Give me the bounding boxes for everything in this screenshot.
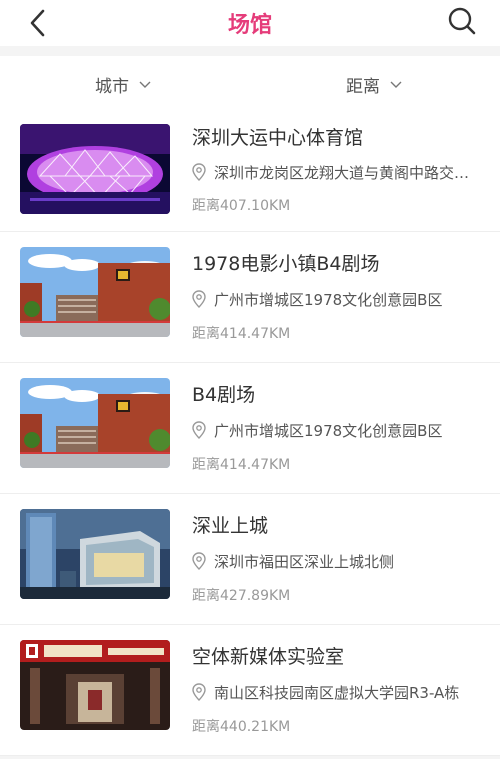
location-pin-icon: [192, 552, 206, 570]
venue-thumbnail: [20, 640, 170, 730]
venue-list-item[interactable]: 深圳大运中心体育馆 深圳市龙岗区龙翔大道与黄阁中路交汇处 距离407.10KM: [0, 109, 500, 232]
venue-distance: 距离414.47KM: [192, 326, 291, 342]
distance-filter-label: 距离: [346, 77, 380, 97]
venue-name: 深圳大运中心体育馆: [192, 127, 364, 149]
venue-name: 1978电影小镇B4剧场: [192, 253, 380, 275]
venue-thumbnail: [20, 247, 170, 337]
chevron-down-icon: [139, 81, 151, 88]
venue-name: 深业上城: [192, 515, 269, 537]
city-filter-label: 城市: [95, 77, 129, 97]
venue-distance: 距离440.21KM: [192, 719, 291, 735]
venue-list-item[interactable]: 空体新媒体实验室 南山区科技园南区虚拟大学园R3-A栋 距离440.21KM: [0, 625, 500, 756]
venue-address: 南山区科技园南区虚拟大学园R3-A栋: [192, 681, 472, 703]
venue-address: 深圳市龙岗区龙翔大道与黄阁中路交汇处: [192, 161, 472, 183]
page-title: 场馆: [227, 13, 272, 38]
venue-thumbnail: [20, 124, 170, 214]
venue-name: 空体新媒体实验室: [192, 646, 345, 668]
location-pin-icon: [192, 421, 206, 439]
city-filter-button[interactable]: 城市: [95, 72, 151, 97]
venue-address: 深圳市福田区深业上城北侧: [192, 550, 472, 572]
venue-address-text: 南山区科技园南区虚拟大学园R3-A栋: [214, 683, 460, 702]
distance-filter-button[interactable]: 距离: [346, 72, 402, 97]
location-pin-icon: [192, 290, 206, 308]
venue-name: B4剧场: [192, 384, 256, 406]
venue-list-item[interactable]: 1978电影小镇B4剧场 广州市增城区1978文化创意园B区 距离414.47K…: [0, 232, 500, 363]
venue-address-text: 深圳市福田区深业上城北侧: [214, 552, 395, 571]
venue-list: 深圳大运中心体育馆 深圳市龙岗区龙翔大道与黄阁中路交汇处 距离407.10KM: [0, 109, 500, 756]
venue-thumbnail: [20, 509, 170, 599]
filter-bar: 城市 距离: [0, 56, 500, 109]
location-pin-icon: [192, 163, 206, 181]
venue-list-item[interactable]: 深业上城 深圳市福田区深业上城北侧 距离427.89KM: [0, 494, 500, 625]
venue-distance: 距离414.47KM: [192, 457, 291, 473]
search-icon[interactable]: [446, 5, 478, 37]
chevron-down-icon: [390, 81, 402, 88]
venue-address: 广州市增城区1978文化创意园B区: [192, 419, 472, 441]
venue-address: 广州市增城区1978文化创意园B区: [192, 288, 472, 310]
venue-address-text: 深圳市龙岗区龙翔大道与黄阁中路交汇处: [214, 163, 470, 182]
venue-list-item[interactable]: B4剧场 广州市增城区1978文化创意园B区 距离414.47KM: [0, 363, 500, 494]
venue-thumbnail: [20, 378, 170, 468]
venue-distance: 距离427.89KM: [192, 588, 291, 604]
location-pin-icon: [192, 683, 206, 701]
top-bar: 场馆: [0, 0, 500, 46]
venue-address-text: 广州市增城区1978文化创意园B区: [214, 290, 443, 309]
venue-distance: 距离407.10KM: [192, 198, 291, 214]
venue-address-text: 广州市增城区1978文化创意园B区: [214, 421, 443, 440]
